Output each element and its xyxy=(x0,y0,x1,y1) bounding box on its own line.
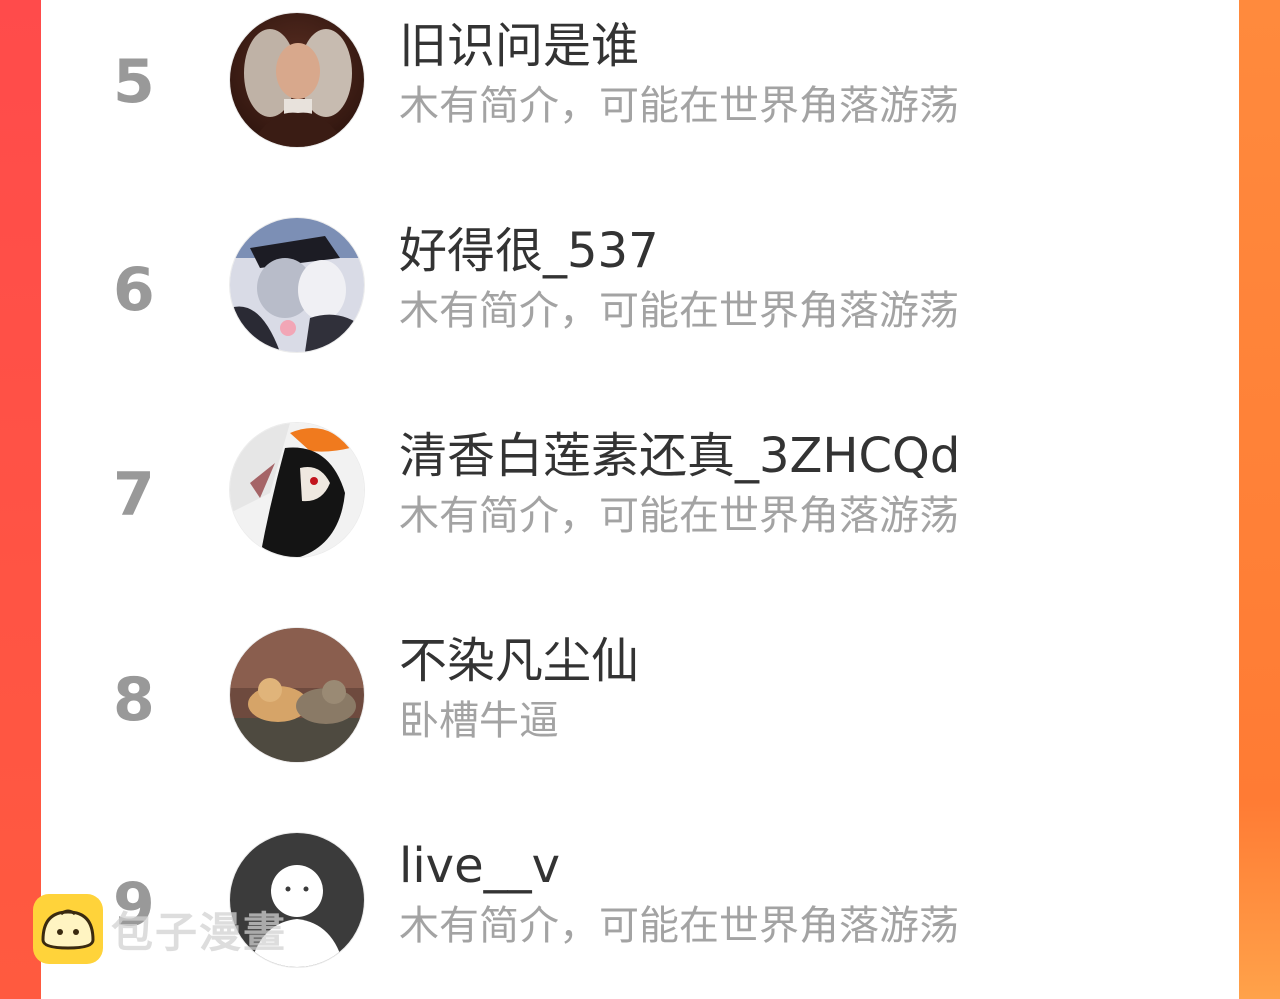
user-name[interactable]: 好得很_537 xyxy=(399,223,659,279)
user-bio: 木有简介，可能在世界角落游荡 xyxy=(399,903,959,949)
cats-avatar-icon xyxy=(230,628,364,762)
ranking-row[interactable]: 5 旧识问是谁 木有简介，可能在世界角落游荡 xyxy=(41,0,1239,160)
user-name[interactable]: 旧识问是谁 xyxy=(399,18,639,74)
user-bio: 木有简介，可能在世界角落游荡 xyxy=(399,493,959,539)
anime-couple-avatar-icon xyxy=(230,218,364,352)
user-avatar[interactable] xyxy=(230,423,364,557)
anime-mask-avatar-icon xyxy=(230,423,364,557)
ranking-row[interactable]: 8 不染凡尘仙 卧槽牛逼 xyxy=(41,615,1239,775)
left-frame xyxy=(0,0,41,999)
user-name[interactable]: 不染凡尘仙 xyxy=(399,633,639,689)
watermark: 包子漫畫 xyxy=(33,893,287,965)
user-bio: 木有简介，可能在世界角落游荡 xyxy=(399,288,959,334)
watermark-text: 包子漫畫 xyxy=(111,907,288,957)
user-avatar[interactable] xyxy=(230,13,364,147)
ranking-row[interactable]: 7 清香白莲素还真_3ZHCQd 木有简介，可能在世界角落游荡 xyxy=(41,410,1239,570)
ranking-list: 5 旧识问是谁 木有简介，可能在世界角落游荡 6 好得很_537 木有简介，可能… xyxy=(41,0,1239,999)
user-name[interactable]: live__v xyxy=(399,838,560,894)
rank-number: 7 xyxy=(113,460,155,530)
rank-number: 8 xyxy=(113,665,155,735)
user-avatar[interactable] xyxy=(230,218,364,352)
portrait-avatar-icon xyxy=(230,13,364,147)
user-avatar[interactable] xyxy=(230,628,364,762)
rank-number: 5 xyxy=(113,47,155,117)
user-bio: 卧槽牛逼 xyxy=(399,698,559,744)
user-bio: 木有简介，可能在世界角落游荡 xyxy=(399,83,959,129)
rank-number: 6 xyxy=(113,255,155,325)
right-frame xyxy=(1239,0,1280,999)
bun-icon xyxy=(33,894,103,964)
ranking-row[interactable]: 6 好得很_537 木有简介，可能在世界角落游荡 xyxy=(41,205,1239,365)
user-name[interactable]: 清香白莲素还真_3ZHCQd xyxy=(399,428,960,484)
